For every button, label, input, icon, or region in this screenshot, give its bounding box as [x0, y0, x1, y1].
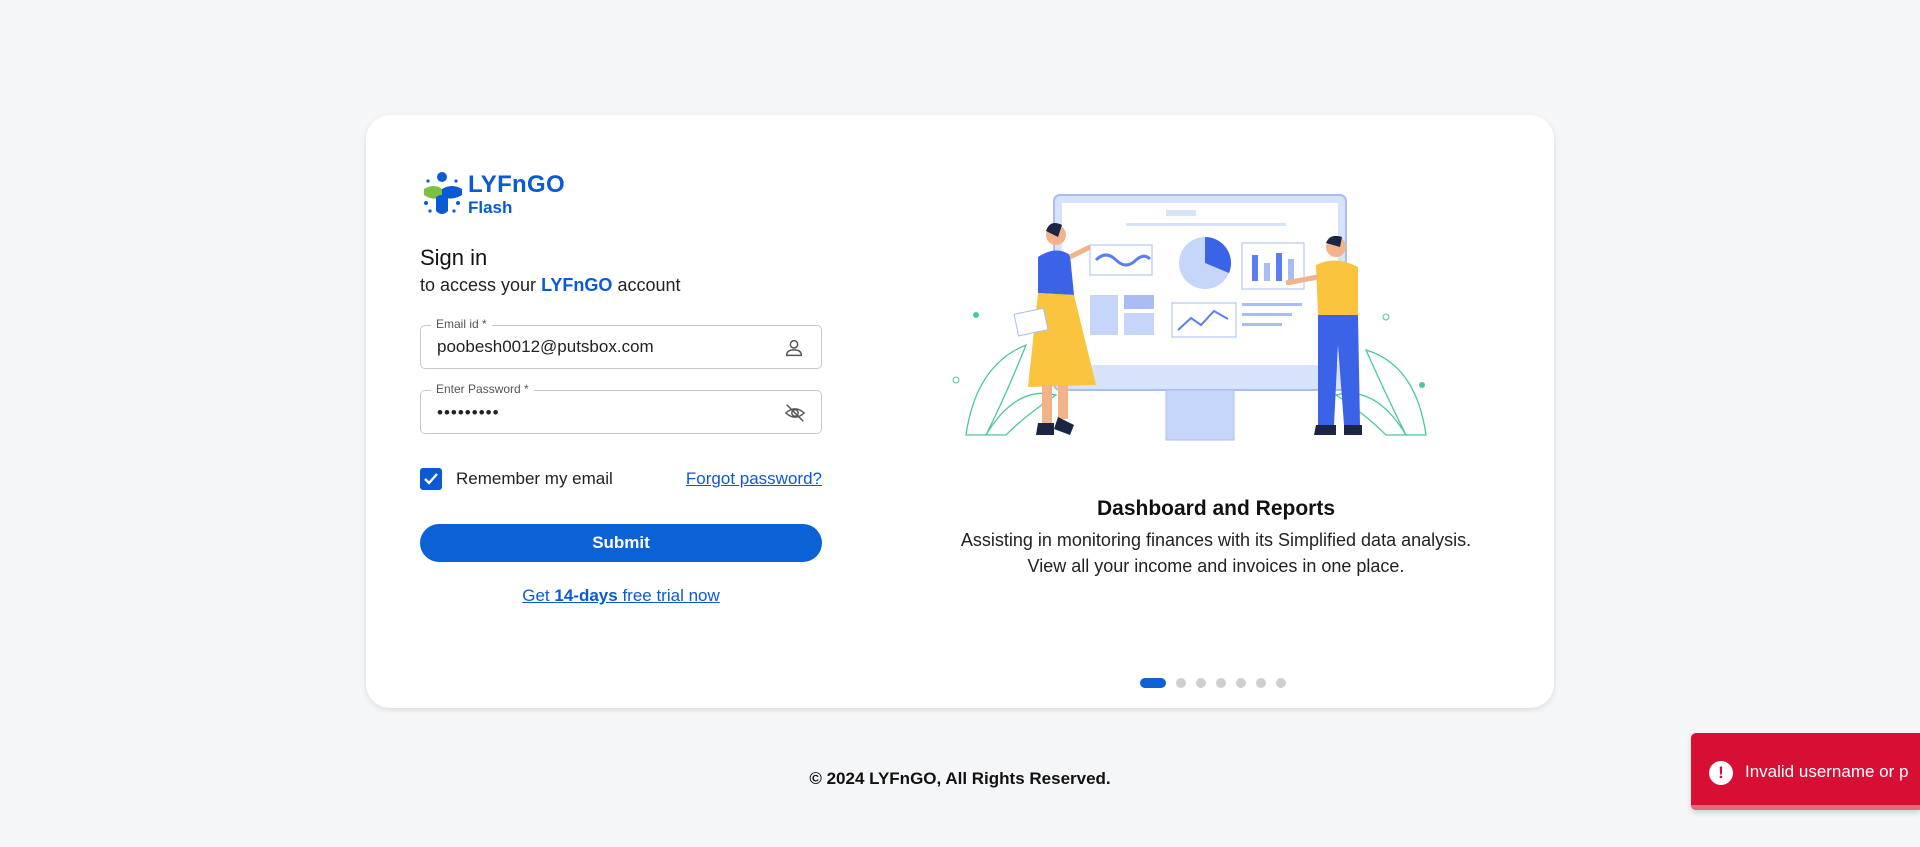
feature-title: Dashboard and Reports [1096, 497, 1336, 520]
carousel-dot[interactable] [1140, 678, 1166, 688]
carousel-dot[interactable] [1176, 678, 1186, 688]
signin-subtitle-suffix: account [617, 275, 681, 295]
toast-progress-bar [1691, 805, 1920, 810]
logo-brand: LYFnGO [468, 170, 565, 198]
password-label: Enter Password * [431, 382, 534, 396]
feature-line-1: Assisting in monitoring finances with it… [960, 530, 1472, 550]
carousel-dot[interactable] [1216, 678, 1226, 688]
logo: LYFnGO Flash [420, 171, 565, 217]
alert-icon: ! [1709, 761, 1733, 785]
password-field[interactable]: Enter Password * ••••••••• [420, 382, 822, 434]
signin-subtitle-prefix: to access your [420, 275, 537, 295]
logo-text: LYFnGO Flash [468, 170, 565, 217]
email-input[interactable]: poobesh0012@putsbox.com [437, 337, 654, 357]
remember-checkbox[interactable] [420, 468, 442, 490]
free-trial-link[interactable]: Get 14-days free trial now [420, 586, 822, 606]
toast-message: Invalid username or p [1745, 762, 1909, 781]
signin-panel: LYFnGO Flash Sign in to access your LYFn… [420, 115, 822, 708]
password-input[interactable]: ••••••••• [437, 403, 500, 423]
lyfngo-logo-icon [420, 171, 464, 217]
submit-button[interactable]: Submit [420, 524, 822, 562]
email-label: Email id * [431, 317, 492, 331]
user-icon [783, 337, 805, 359]
trial-bold: 14-days [554, 586, 618, 605]
feature-description: Assisting in monitoring finances with it… [906, 527, 1526, 579]
carousel-dot[interactable] [1256, 678, 1266, 688]
signin-subtitle-brand: LYFnGO [541, 275, 613, 295]
signin-subtitle: to access your LYFnGO account [420, 275, 680, 296]
feature-line-2: View all your income and invoices in one… [1027, 556, 1405, 576]
dashboard-illustration [952, 194, 1427, 441]
eye-off-icon[interactable] [783, 402, 806, 424]
carousel-dots [1140, 678, 1296, 688]
carousel-dot[interactable] [1276, 678, 1286, 688]
remember-email[interactable]: Remember my email [420, 468, 613, 490]
logo-sub: Flash [468, 197, 513, 217]
trial-suffix: free trial now [622, 586, 720, 605]
checkmark-icon [424, 473, 438, 485]
feature-panel: Dashboard and Reports Assisting in monit… [906, 115, 1526, 708]
carousel-dot[interactable] [1236, 678, 1246, 688]
forgot-password-link[interactable]: Forgot password? [686, 469, 822, 489]
login-card: LYFnGO Flash Sign in to access your LYFn… [366, 115, 1554, 708]
signin-title: Sign in [420, 245, 488, 270]
footer-copyright: © 2024 LYFnGO, All Rights Reserved. [809, 769, 1111, 788]
trial-prefix: Get [522, 586, 550, 605]
carousel-dot[interactable] [1196, 678, 1206, 688]
remember-label: Remember my email [456, 469, 613, 488]
email-field[interactable]: Email id * poobesh0012@putsbox.com [420, 317, 822, 369]
error-toast[interactable]: ! Invalid username or p [1691, 733, 1920, 810]
